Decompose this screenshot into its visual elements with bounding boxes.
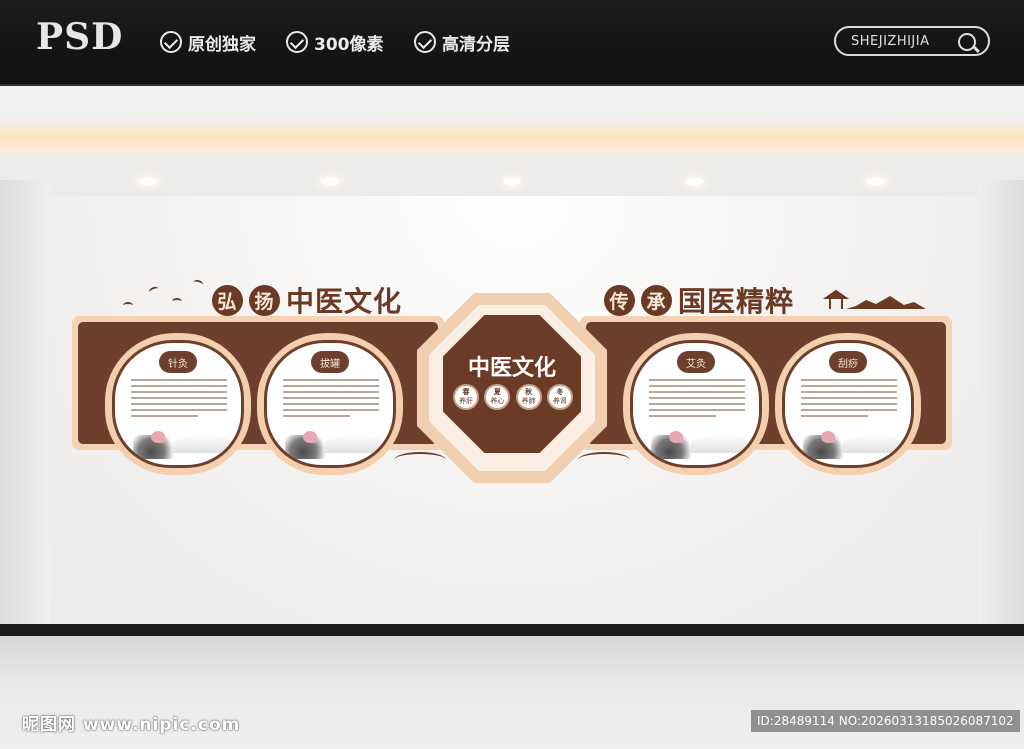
bird-icon [123, 302, 133, 309]
right-title-text: 国医精粹 [678, 285, 795, 318]
card-tag: 拔罐 [311, 351, 349, 373]
season-circle: 春养肝 [453, 384, 479, 410]
card-tag: 针灸 [159, 351, 197, 373]
title-seal: 传 [604, 284, 635, 316]
search-text: SHEJIZHIJIA [851, 33, 930, 49]
lotus-icon [803, 431, 849, 459]
spotlight [139, 178, 157, 185]
card-cupping: 拔罐 [264, 340, 396, 468]
left-title-text: 中医文化 [286, 285, 403, 318]
watermark-site: 昵图网 www.nipic.com [22, 715, 241, 735]
cloud-ornament-icon [394, 452, 446, 468]
badge-label: 300像素 [314, 34, 384, 55]
left-title: 弘 扬 中医文化 [212, 280, 402, 320]
mountain-mist [173, 435, 233, 453]
card-text-lines [801, 379, 897, 421]
spotlight [503, 178, 521, 185]
spotlight [686, 178, 704, 185]
badge-resolution: 300像素 [286, 29, 384, 55]
psd-logo: PSD [36, 16, 124, 58]
check-circle-icon [160, 31, 182, 53]
skirting-board [0, 624, 1024, 636]
search-icon[interactable] [958, 33, 976, 51]
card-text-lines [131, 379, 227, 421]
center-title: 中医文化 [467, 355, 556, 381]
badge-label: 原创独家 [188, 34, 256, 55]
lotus-icon [133, 431, 179, 459]
badge-original: 原创独家 [160, 29, 256, 55]
badge-layered: 高清分层 [414, 29, 510, 55]
cloud-ornament-icon [578, 452, 630, 468]
card-scraping: 刮痧 [782, 340, 914, 468]
season-circle: 秋养肺 [515, 384, 542, 410]
badge-label: 高清分层 [442, 34, 510, 55]
title-seal: 弘 [212, 284, 243, 316]
season-circle: 冬养肾 [546, 384, 573, 410]
check-circle-icon [286, 31, 308, 53]
spotlight [321, 178, 339, 185]
pavilion-mountain-icon [816, 289, 926, 309]
spotlight [867, 178, 885, 185]
card-tag: 刮痧 [829, 351, 867, 373]
top-banner: PSD 原创独家 300像素 高清分层 SHEJIZHIJIA [0, 0, 1024, 86]
season-circles: 春养肝 夏养心 秋养肺 冬养肾 [453, 384, 573, 410]
card-text-lines [283, 379, 379, 421]
ceiling-light-strip [0, 120, 1024, 156]
mountain-mist [325, 435, 385, 453]
search-box[interactable]: SHEJIZHIJIA [834, 26, 990, 56]
lotus-icon [651, 431, 697, 459]
title-seal: 扬 [249, 284, 280, 316]
card-moxibustion: 艾灸 [630, 340, 762, 468]
card-text-lines [649, 379, 745, 421]
card-acupuncture: 针灸 [112, 340, 244, 468]
lotus-icon [285, 431, 331, 459]
check-circle-icon [414, 31, 436, 53]
mountain-mist [843, 435, 903, 453]
right-title: 传 承 国医精粹 [604, 280, 794, 320]
bird-icon [172, 298, 182, 305]
watermark-id: ID:28489114 NO:20260313185026087102 [751, 710, 1020, 732]
watermark-id-text: ID:28489114 NO:20260313185026087102 [757, 714, 1014, 728]
side-wall-right [978, 180, 1024, 636]
mountain-mist [691, 435, 751, 453]
card-tag: 艾灸 [677, 351, 715, 373]
side-wall-left [0, 180, 50, 636]
title-seal: 承 [641, 284, 672, 316]
season-circle: 夏养心 [484, 384, 511, 410]
